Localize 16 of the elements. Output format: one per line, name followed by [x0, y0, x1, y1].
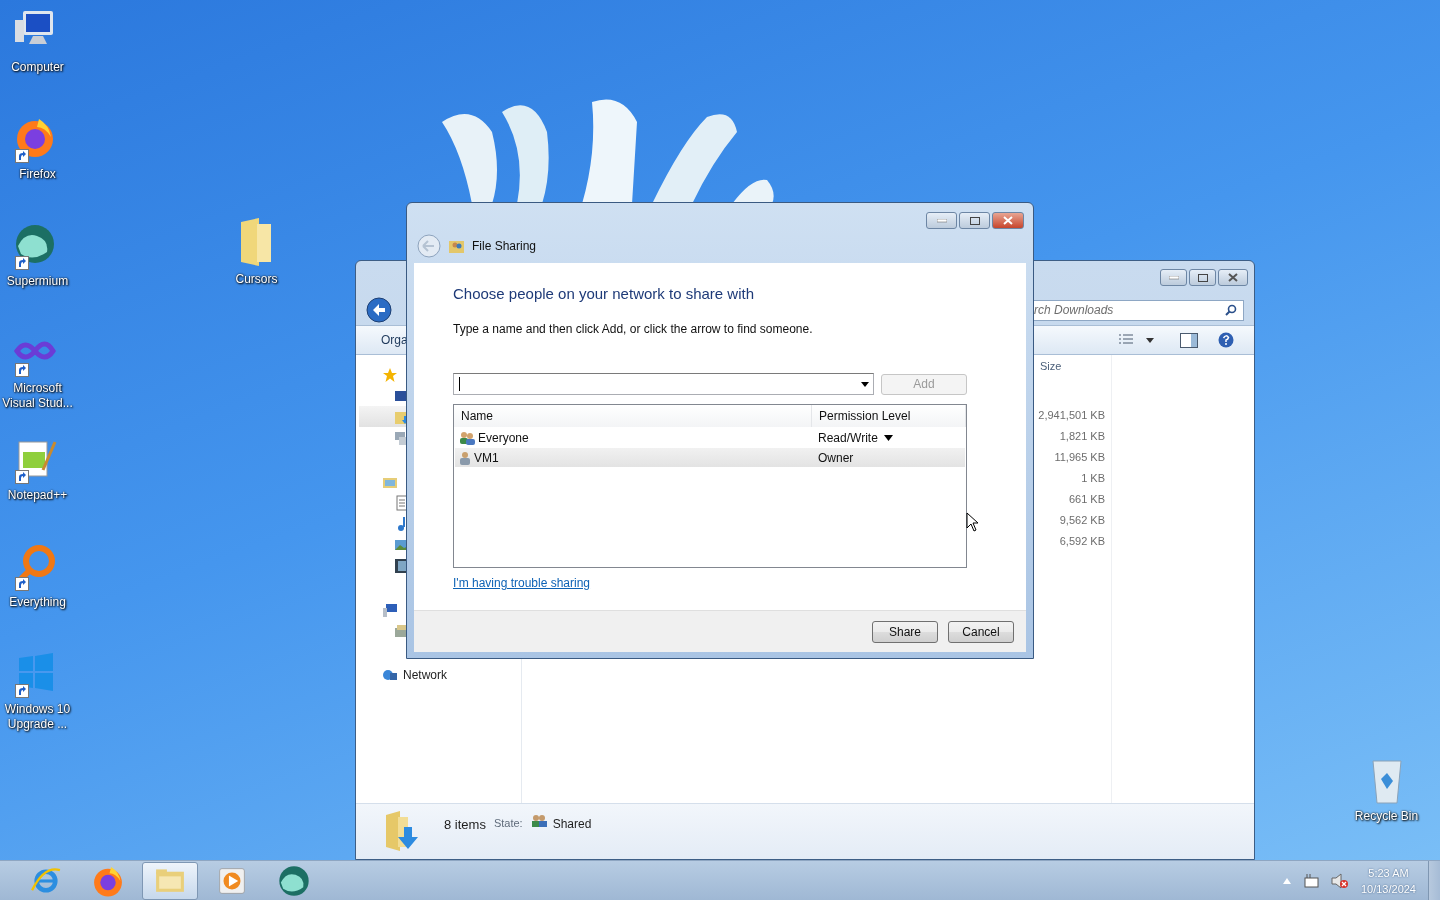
- permission-level: Owner: [818, 450, 854, 465]
- file-size: 1 KB: [1080, 471, 1106, 486]
- file-size: 2,941,501 KB: [1037, 408, 1106, 423]
- file-size: 11,965 KB: [1053, 450, 1106, 465]
- file-size: 1,821 KB: [1058, 429, 1106, 444]
- file-size: 9,562 KB: [1058, 513, 1106, 528]
- user-name: Everyone: [478, 430, 529, 445]
- state-label: State:: [493, 817, 523, 829]
- file-size: 661 KB: [1067, 492, 1106, 507]
- item-count: 8 items: [444, 817, 486, 832]
- instruction-text: Type a name and then click Add, or click the arrow to find someone.: [453, 322, 814, 336]
- dialog-heading: Choose people on your network to share with: [453, 285, 755, 303]
- share-state: Shared: [552, 817, 592, 831]
- user-name: VM1: [474, 450, 499, 465]
- window-title: File Sharing: [472, 239, 537, 253]
- file-size: 6,592 KB: [1058, 534, 1106, 549]
